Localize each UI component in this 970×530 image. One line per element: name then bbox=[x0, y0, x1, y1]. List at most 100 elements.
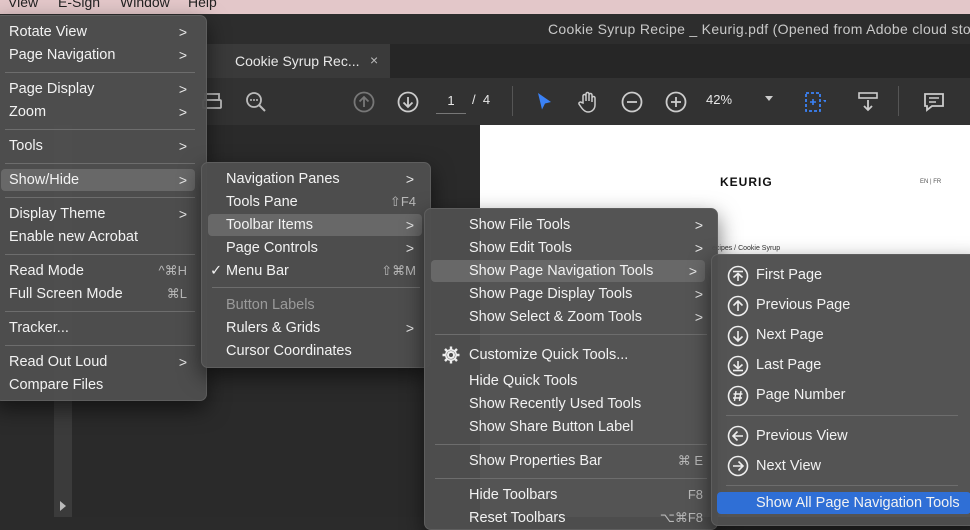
menu-item-show-page-display-tools[interactable]: Show Page Display Tools > bbox=[469, 283, 705, 305]
page-number-input[interactable]: 1 bbox=[436, 89, 466, 114]
menubar-help[interactable]: Help bbox=[188, 0, 217, 10]
menubar-window[interactable]: Window bbox=[120, 0, 170, 10]
menu-item-menu-bar[interactable]: ✓ Menu Bar ⇧⌘M bbox=[210, 260, 422, 282]
menu-item-read-mode[interactable]: Read Mode ^⌘H bbox=[9, 260, 195, 282]
toolbar-items-menu: Show File Tools > Show Edit Tools > Show P… bbox=[424, 208, 718, 530]
toolbar-divider bbox=[512, 86, 513, 116]
chevron-right-icon: > bbox=[178, 138, 187, 154]
selection-cursor-icon[interactable] bbox=[532, 90, 556, 114]
system-menubar: View E-Sign Window Help bbox=[0, 0, 970, 14]
zoom-in-icon[interactable] bbox=[664, 90, 688, 114]
menu-item-previous-view[interactable]: Previous View bbox=[756, 425, 966, 447]
menu-item-page-controls[interactable]: Page Controls > bbox=[226, 237, 422, 259]
menubar-esign[interactable]: E-Sign bbox=[58, 0, 100, 10]
language-switch: EN | FR bbox=[920, 179, 942, 185]
menu-item-page-number[interactable]: Page Number bbox=[756, 384, 966, 406]
menu-item-full-screen-mode[interactable]: Full Screen Mode ⌘L bbox=[9, 283, 195, 305]
menu-divider bbox=[5, 345, 195, 346]
menu-item-zoom[interactable]: Zoom > bbox=[9, 101, 195, 123]
menu-item-first-page[interactable]: First Page bbox=[756, 264, 966, 286]
last-page-icon bbox=[727, 355, 749, 377]
menu-item-show-hide[interactable]: Show/Hide > bbox=[1, 169, 195, 191]
menu-item-hide-quick-tools[interactable]: Hide Quick Tools bbox=[469, 370, 705, 392]
first-page-icon bbox=[727, 265, 749, 287]
menu-item-show-page-navigation-tools[interactable]: Show Page Navigation Tools > bbox=[431, 260, 705, 282]
view-menu: Rotate View > Page Navigation > Page Displ… bbox=[0, 15, 207, 401]
menu-divider bbox=[5, 163, 195, 164]
menu-item-button-labels: Button Labels bbox=[226, 297, 315, 313]
fit-page-icon[interactable] bbox=[802, 90, 826, 114]
menu-divider bbox=[435, 478, 707, 479]
menu-item-rulers-grids[interactable]: Rulers & Grids > bbox=[226, 317, 422, 339]
menu-item-display-theme[interactable]: Display Theme > bbox=[9, 203, 195, 225]
menu-divider bbox=[435, 444, 707, 445]
menu-item-toolbar-items[interactable]: Toolbar Items > bbox=[208, 214, 422, 236]
page-total: / 4 bbox=[472, 92, 491, 107]
menu-divider bbox=[435, 334, 707, 335]
scrolling-mode-icon[interactable] bbox=[856, 90, 880, 114]
menu-item-next-page[interactable]: Next Page bbox=[756, 324, 966, 346]
chevron-right-icon: > bbox=[178, 354, 187, 370]
find-text-icon[interactable] bbox=[244, 90, 268, 114]
menu-item-tools-pane[interactable]: Tools Pane ⇧F4 bbox=[226, 191, 422, 213]
menu-item-tracker[interactable]: Tracker... bbox=[9, 317, 195, 339]
menu-item-show-share-button-label[interactable]: Show Share Button Label bbox=[469, 416, 705, 438]
chevron-right-icon: > bbox=[178, 47, 187, 63]
close-tab-icon[interactable]: × bbox=[370, 52, 378, 68]
menu-item-page-display[interactable]: Page Display > bbox=[9, 78, 195, 100]
menu-item-hide-toolbars[interactable]: Hide Toolbars F8 bbox=[469, 484, 705, 506]
page-breadcrumb: ecipes / Cookie Syrup bbox=[712, 245, 781, 252]
menu-item-show-edit-tools[interactable]: Show Edit Tools > bbox=[469, 237, 705, 259]
chevron-right-icon: > bbox=[178, 81, 187, 97]
zoom-out-icon[interactable] bbox=[620, 90, 644, 114]
hand-tool-icon[interactable] bbox=[576, 90, 600, 114]
menu-item-show-recently-used-tools[interactable]: Show Recently Used Tools bbox=[469, 393, 705, 415]
toolbar-divider bbox=[898, 86, 899, 116]
chevron-right-icon: > bbox=[405, 217, 414, 233]
chevron-right-icon: > bbox=[688, 263, 697, 279]
comment-icon[interactable] bbox=[922, 90, 946, 114]
menu-item-navigation-panes[interactable]: Navigation Panes > bbox=[226, 168, 422, 190]
checkmark-icon: ✓ bbox=[210, 263, 223, 279]
next-page-toolbar-icon[interactable] bbox=[396, 90, 420, 114]
menu-item-tools[interactable]: Tools > bbox=[9, 135, 195, 157]
menu-item-read-out-loud[interactable]: Read Out Loud > bbox=[9, 351, 195, 373]
page-navigation-tools-menu: First Page Previous Page Next Page Last … bbox=[711, 254, 970, 526]
window-title: Cookie Syrup Recipe _ Keurig.pdf (Opened… bbox=[548, 21, 970, 37]
menu-item-rotate-view[interactable]: Rotate View > bbox=[9, 21, 195, 43]
next-view-icon bbox=[727, 455, 749, 477]
menu-item-next-view[interactable]: Next View bbox=[756, 455, 966, 477]
chevron-right-icon: > bbox=[178, 206, 187, 222]
previous-view-icon bbox=[727, 425, 749, 447]
chevron-right-icon: > bbox=[405, 320, 414, 336]
document-tab-label: Cookie Syrup Rec... bbox=[235, 53, 360, 69]
chevron-right-icon: > bbox=[405, 240, 414, 256]
menu-divider bbox=[726, 415, 958, 416]
menu-divider bbox=[726, 485, 958, 486]
menu-divider bbox=[5, 72, 195, 73]
menu-item-customize-quick-tools[interactable]: Customize Quick Tools... bbox=[469, 344, 705, 366]
menu-item-page-navigation[interactable]: Page Navigation > bbox=[9, 44, 195, 66]
menu-item-show-properties-bar[interactable]: Show Properties Bar ⌘ E bbox=[469, 450, 705, 472]
chevron-right-icon: > bbox=[178, 172, 187, 188]
document-tab[interactable]: Cookie Syrup Rec... × bbox=[205, 44, 390, 78]
menu-divider bbox=[212, 287, 420, 288]
page-number-icon bbox=[727, 385, 749, 407]
menu-item-cursor-coordinates[interactable]: Cursor Coordinates bbox=[226, 340, 422, 362]
chevron-right-icon: > bbox=[694, 309, 703, 325]
zoom-dropdown-icon[interactable] bbox=[765, 96, 773, 101]
chevron-right-icon: > bbox=[405, 171, 414, 187]
menu-item-reset-toolbars[interactable]: Reset Toolbars ⌥⌘F8 bbox=[469, 507, 705, 529]
previous-page-toolbar-icon[interactable] bbox=[352, 90, 376, 114]
menu-item-previous-page[interactable]: Previous Page bbox=[756, 294, 966, 316]
menu-item-show-select-zoom-tools[interactable]: Show Select & Zoom Tools > bbox=[469, 306, 705, 328]
expand-panel-icon[interactable] bbox=[60, 501, 66, 511]
menubar-view[interactable]: View bbox=[8, 0, 38, 10]
menu-item-show-all-page-navigation-tools[interactable]: Show All Page Navigation Tools bbox=[717, 492, 970, 514]
menu-item-show-file-tools[interactable]: Show File Tools > bbox=[469, 214, 705, 236]
menu-item-enable-new-acrobat[interactable]: Enable new Acrobat bbox=[9, 226, 195, 248]
menu-item-compare-files[interactable]: Compare Files bbox=[9, 374, 195, 396]
chevron-right-icon: > bbox=[694, 217, 703, 233]
menu-item-last-page[interactable]: Last Page bbox=[756, 354, 966, 376]
zoom-level-field[interactable]: 42% bbox=[706, 92, 732, 107]
